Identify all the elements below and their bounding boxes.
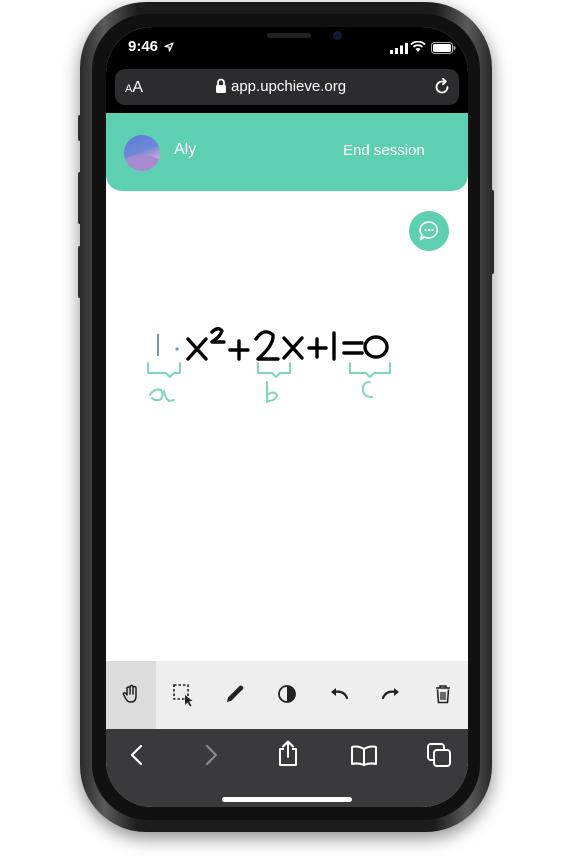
contrast-icon — [278, 685, 296, 703]
end-session-button[interactable]: End session — [343, 142, 425, 159]
forward-icon[interactable] — [200, 743, 222, 772]
whiteboard-drawing — [147, 327, 391, 403]
coefficient-annotations — [147, 362, 391, 403]
whiteboard-toolbar — [106, 661, 468, 729]
safari-toolbar — [106, 729, 468, 807]
notch — [187, 27, 387, 53]
bookmarks-icon[interactable] — [350, 744, 378, 773]
volume-down-button — [78, 246, 82, 298]
undo-button[interactable] — [314, 661, 364, 729]
battery-icon — [431, 41, 456, 59]
url-text[interactable]: app.upchieve.org — [231, 78, 346, 95]
avatar-hill — [124, 155, 160, 171]
select-tool-button[interactable] — [158, 661, 208, 729]
hand-icon — [122, 684, 137, 703]
avatar — [124, 135, 160, 171]
status-time: 9:46 — [128, 38, 159, 55]
undo-icon — [331, 688, 349, 700]
whiteboard-canvas[interactable] — [106, 227, 468, 657]
power-button — [490, 190, 494, 274]
tutor-name: Aly — [174, 141, 197, 158]
text-size-button[interactable]: AA — [125, 79, 143, 97]
redo-button[interactable] — [366, 661, 416, 729]
clear-board-button[interactable] — [418, 661, 468, 729]
session-header: Aly End session — [106, 113, 468, 191]
home-indicator — [222, 797, 352, 802]
handwritten-equation — [186, 327, 389, 361]
volume-up-button — [78, 172, 82, 224]
pen-tool-button[interactable] — [210, 661, 260, 729]
color-tool-button[interactable] — [262, 661, 312, 729]
location-arrow-icon — [164, 39, 174, 57]
back-icon[interactable] — [126, 743, 148, 772]
trash-icon — [436, 685, 450, 704]
address-bar[interactable]: AA app.upchieve.org — [115, 69, 459, 105]
share-icon[interactable] — [276, 740, 300, 773]
front-camera — [333, 31, 342, 40]
pencil-icon — [227, 685, 244, 702]
phone-screen: 9:46 AA app.upchieve.org Aly End session — [106, 27, 468, 807]
mute-switch — [78, 115, 82, 141]
reload-icon[interactable] — [433, 77, 451, 101]
redo-icon — [381, 688, 399, 700]
lock-icon — [215, 78, 227, 99]
browser-chrome: AA app.upchieve.org — [106, 63, 468, 115]
signal-bars-icon — [390, 41, 408, 59]
text-cursor — [157, 334, 179, 356]
wifi-icon — [410, 40, 426, 58]
pan-tool-button[interactable] — [106, 661, 156, 729]
tabs-icon[interactable] — [426, 742, 452, 773]
select-box-icon — [173, 684, 193, 707]
speaker-grille — [267, 33, 311, 38]
